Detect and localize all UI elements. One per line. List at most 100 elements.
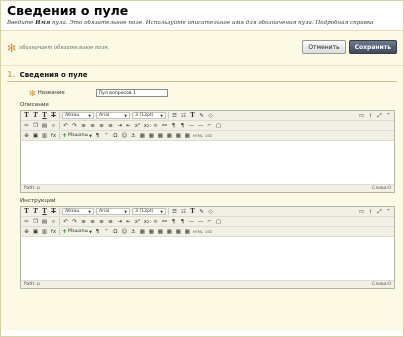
italic-icon[interactable]: T xyxy=(32,112,39,120)
redo-icon[interactable]: ↷ xyxy=(71,122,78,130)
quote-icon[interactable]: “ xyxy=(103,132,110,140)
text-color-icon[interactable]: T xyxy=(189,112,196,120)
size-select[interactable]: 3 (12pt) ▼ xyxy=(132,112,166,119)
fx-icon[interactable]: fx xyxy=(50,228,57,236)
strikethrough-icon[interactable]: T xyxy=(50,112,57,120)
bold-icon[interactable]: T xyxy=(23,112,30,120)
outdent-icon[interactable]: ⇤ xyxy=(125,122,132,130)
italic-icon[interactable]: T xyxy=(32,208,39,216)
justify-icon[interactable]: ≡ xyxy=(107,218,114,226)
preview-icon[interactable]: ▭ xyxy=(358,208,365,216)
link-icon[interactable]: ∞ xyxy=(152,122,159,130)
merge-icon[interactable]: ▦ xyxy=(184,228,191,236)
html-button[interactable]: HTML xyxy=(193,230,203,234)
bullet-list-icon[interactable]: ☰ xyxy=(171,208,178,216)
collapse-icon[interactable]: ⌃ xyxy=(385,208,392,216)
underline-icon[interactable]: T xyxy=(41,112,48,120)
merge-icon[interactable]: ▦ xyxy=(184,132,191,140)
underline-icon[interactable]: T xyxy=(41,208,48,216)
omega-icon[interactable]: Ω xyxy=(112,132,119,140)
bullet-list-icon[interactable]: ☰ xyxy=(171,112,178,120)
emoticon-icon[interactable]: ☺ xyxy=(121,132,128,140)
indent-icon[interactable]: ⇥ xyxy=(116,218,123,226)
table-props-icon[interactable]: ▦ xyxy=(148,132,155,140)
align-right-icon[interactable]: ≡ xyxy=(98,218,105,226)
superscript-icon[interactable]: x² xyxy=(134,218,141,226)
text-color-icon[interactable]: T xyxy=(189,208,196,216)
find-icon[interactable]: ⌕ xyxy=(50,122,57,130)
paragraph-select[interactable]: Абзац ▼ xyxy=(62,208,94,215)
fx-icon[interactable]: fx xyxy=(50,132,57,140)
superscript-icon[interactable]: x² xyxy=(134,122,141,130)
highlight-icon[interactable]: ✎ xyxy=(198,112,205,120)
quote-icon[interactable]: “ xyxy=(103,228,110,236)
cancel-button[interactable]: Отменить xyxy=(302,40,346,54)
name-input[interactable]: Пул вопросов 1 xyxy=(95,89,168,97)
anchor-icon[interactable]: ⚓ xyxy=(130,228,137,236)
omega-icon[interactable]: Ω xyxy=(112,228,119,236)
cut-icon[interactable]: ✂ xyxy=(23,218,30,226)
subscript-icon[interactable]: x₂ xyxy=(143,218,150,226)
align-left-icon[interactable]: ≡ xyxy=(80,218,87,226)
mashups-button[interactable]: + Мэшапы ▼ xyxy=(62,132,92,139)
strikethrough-icon[interactable]: T xyxy=(50,208,57,216)
image-icon[interactable]: ▣ xyxy=(32,132,39,140)
paste-icon[interactable]: ▤ xyxy=(41,122,48,130)
paragraph-select[interactable]: Абзац ▼ xyxy=(62,112,94,119)
description-content[interactable] xyxy=(21,141,394,184)
info-icon[interactable]: i xyxy=(367,112,374,120)
table-icon[interactable]: ▦ xyxy=(139,132,146,140)
link-icon[interactable]: ∞ xyxy=(152,218,159,226)
find-icon[interactable]: ⌕ xyxy=(50,218,57,226)
subscript-icon[interactable]: x₂ xyxy=(143,122,150,130)
align-left-icon[interactable]: ≡ xyxy=(80,122,87,130)
row-icon[interactable]: ▦ xyxy=(157,132,164,140)
info-icon[interactable]: i xyxy=(367,208,374,216)
media-icon[interactable]: ▥ xyxy=(41,228,48,236)
highlight-icon[interactable]: ✎ xyxy=(198,208,205,216)
split-icon[interactable]: ▦ xyxy=(175,228,182,236)
horizontal-rule-icon[interactable]: — xyxy=(188,122,195,130)
instructions-content[interactable] xyxy=(21,237,394,280)
format-icon[interactable]: ▢ xyxy=(215,218,222,226)
format-icon[interactable]: ▢ xyxy=(215,122,222,130)
eraser-icon[interactable]: ◇ xyxy=(207,112,214,120)
eraser-icon[interactable]: ◇ xyxy=(207,208,214,216)
undo-icon[interactable]: ↶ xyxy=(62,218,69,226)
ltr-icon[interactable]: ¶ xyxy=(170,218,177,226)
bold-icon[interactable]: T xyxy=(23,208,30,216)
paragraph-icon[interactable]: ¶ xyxy=(94,228,101,236)
font-select[interactable]: Arial ▼ xyxy=(96,208,130,215)
undo-icon[interactable]: ↶ xyxy=(62,122,69,130)
rtl-icon[interactable]: ¶ xyxy=(179,122,186,130)
unlink-icon[interactable]: ⚯ xyxy=(161,218,168,226)
attach-file-icon[interactable]: ⊕ xyxy=(23,132,30,140)
ltr-icon[interactable]: ¶ xyxy=(170,122,177,130)
paragraph-icon[interactable]: ¶ xyxy=(94,132,101,140)
line-icon[interactable]: — xyxy=(197,122,204,130)
numbered-list-icon[interactable]: ☷ xyxy=(180,112,187,120)
fullscreen-icon[interactable]: ⤢ xyxy=(376,208,383,216)
cell-icon[interactable]: ▦ xyxy=(166,228,173,236)
attach-file-icon[interactable]: ⊕ xyxy=(23,228,30,236)
preview-icon[interactable]: ▭ xyxy=(358,112,365,120)
table-line-icon[interactable]: ⌐ xyxy=(206,218,213,226)
numbered-list-icon[interactable]: ☷ xyxy=(180,208,187,216)
css-button[interactable]: CSS xyxy=(205,230,212,234)
rtl-icon[interactable]: ¶ xyxy=(179,218,186,226)
unlink-icon[interactable]: ⚯ xyxy=(161,122,168,130)
indent-icon[interactable]: ⇥ xyxy=(116,122,123,130)
submit-button[interactable]: Сохранить xyxy=(348,40,397,54)
copy-icon[interactable]: ❐ xyxy=(32,218,39,226)
media-icon[interactable]: ▥ xyxy=(41,132,48,140)
table-line-icon[interactable]: ⌐ xyxy=(206,122,213,130)
cut-icon[interactable]: ✂ xyxy=(23,122,30,130)
cell-icon[interactable]: ▦ xyxy=(166,132,173,140)
align-right-icon[interactable]: ≡ xyxy=(98,122,105,130)
align-center-icon[interactable]: ≡ xyxy=(89,218,96,226)
image-icon[interactable]: ▣ xyxy=(32,228,39,236)
horizontal-rule-icon[interactable]: — xyxy=(188,218,195,226)
copy-icon[interactable]: ❐ xyxy=(32,122,39,130)
mashups-button[interactable]: + Мэшапы ▼ xyxy=(62,228,92,235)
font-select[interactable]: Arial ▼ xyxy=(96,112,130,119)
